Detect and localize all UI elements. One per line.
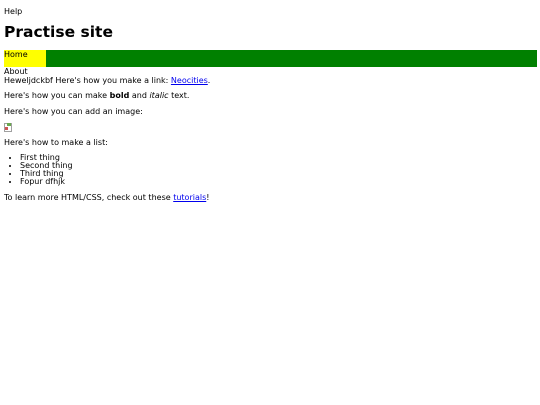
nav-item-home[interactable]: Home xyxy=(4,50,46,67)
neocities-link[interactable]: Neocities xyxy=(171,76,208,85)
navbar: Home xyxy=(4,50,537,67)
list-item: Second thing xyxy=(20,162,536,170)
things-list: First thing Second thing Third thing Fop… xyxy=(4,154,536,186)
paragraph-formatting: Here's how you can make bold and italic … xyxy=(4,91,536,100)
list-item: Third thing xyxy=(20,170,536,178)
paragraph-list: Here's how to make a list: xyxy=(4,138,108,147)
bold-text: bold xyxy=(109,91,130,100)
list-item: First thing xyxy=(20,154,536,162)
paragraph-formatting-text: Here's how you can make xyxy=(4,91,110,100)
page: Help Practise site Home About Heweljdckb… xyxy=(0,0,540,405)
tutorials-link[interactable]: tutorials xyxy=(173,193,206,202)
broken-image-corner-red xyxy=(5,127,8,130)
broken-image-icon xyxy=(4,123,12,132)
paragraph-tutorials-text: To learn more HTML/CSS, check out these xyxy=(4,193,174,202)
paragraph-link-end: . xyxy=(207,76,211,85)
paragraph-tutorials-end: ! xyxy=(206,193,210,202)
page-title: Practise site xyxy=(4,23,113,41)
nav-item-about[interactable]: About xyxy=(4,68,536,76)
main-content: Heweljdckbf Here's how you make a link: … xyxy=(4,76,536,202)
help-link[interactable]: Help xyxy=(4,7,536,17)
paragraph-link: Heweljdckbf Here's how you make a link: … xyxy=(4,76,536,85)
broken-image-corner xyxy=(7,123,11,126)
paragraph-link-text: Heweljdckbf Here's how you make a link: xyxy=(4,76,171,85)
paragraph-tutorials: To learn more HTML/CSS, check out these … xyxy=(4,193,536,202)
paragraph-image: Here's how you can add an image: xyxy=(4,107,143,116)
list-item: Fopur dfhjk xyxy=(20,178,536,186)
paragraph-formatting-end: text. xyxy=(168,91,190,100)
italic-text: italic xyxy=(149,91,169,100)
paragraph-formatting-middle: and xyxy=(129,91,150,100)
